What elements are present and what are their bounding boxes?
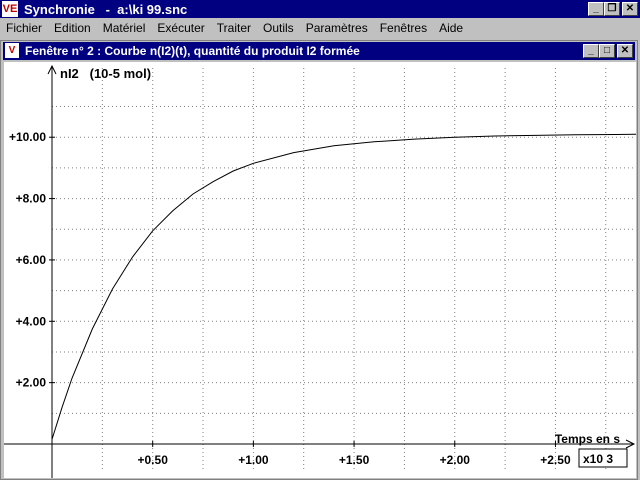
menu-bar: Fichier Edition Matériel Exécuter Traite… (0, 18, 640, 38)
child-minimize-icon[interactable]: _ (583, 44, 599, 58)
chart-axes (4, 64, 636, 478)
y-axis-label: nI2 (10-5 mol) (60, 66, 151, 81)
child-window-icon[interactable]: V (5, 43, 19, 58)
chart-tick-labels: +2.00 +4.00 +6.00 +8.00 +10.00 +0.50 +1.00 +1.5… (9, 130, 571, 467)
app-logo-icon[interactable]: VE (2, 1, 18, 17)
data-series-curve (51, 133, 636, 440)
menu-aide[interactable]: Aide (433, 21, 469, 35)
menu-edition[interactable]: Edition (48, 21, 97, 35)
app-title: Synchronie - a:\ki 99.snc (24, 2, 188, 17)
restore-icon[interactable]: ❐ (604, 2, 620, 16)
x-multiplier-label: x10 3 (583, 452, 613, 466)
y-tick-label: +2.00 (16, 376, 47, 390)
x-tick-label: +1.50 (339, 453, 370, 467)
y-tick-label: +8.00 (16, 192, 47, 206)
x-axis-label: Temps en s (555, 432, 620, 446)
chart-svg: +2.00 +4.00 +6.00 +8.00 +10.00 +0.50 +1.00 +1.5… (4, 64, 636, 478)
x-tick-label: +1.00 (238, 453, 269, 467)
child-window-controls: _ □ ✕ (583, 44, 633, 58)
menu-fenetres[interactable]: Fenêtres (374, 21, 433, 35)
close-icon[interactable]: ✕ (622, 2, 638, 16)
x-tick-label: +0.50 (138, 453, 169, 467)
chart-grid (52, 68, 636, 470)
x-tick-label: +2.00 (440, 453, 471, 467)
menu-parametres[interactable]: Paramètres (300, 21, 374, 35)
child-title-bar: V Fenêtre n° 2 : Courbe n(I2)(t), quanti… (3, 42, 635, 60)
child-window-title: Fenêtre n° 2 : Courbe n(I2)(t), quantité… (25, 44, 360, 58)
y-tick-label: +4.00 (16, 314, 47, 328)
y-tick-label: +10.00 (9, 130, 46, 144)
app-window-controls: _ ❐ ✕ (588, 2, 638, 16)
menu-executer[interactable]: Exécuter (151, 21, 210, 35)
child-maximize-icon[interactable]: □ (599, 44, 615, 58)
menu-outils[interactable]: Outils (257, 21, 300, 35)
menu-materiel[interactable]: Matériel (97, 21, 152, 35)
minimize-icon[interactable]: _ (588, 2, 604, 16)
plot-area[interactable]: +2.00 +4.00 +6.00 +8.00 +10.00 +0.50 +1.00 +1.5… (4, 62, 636, 478)
y-tick-label: +6.00 (16, 253, 47, 267)
child-close-icon[interactable]: ✕ (617, 44, 633, 58)
menu-traiter[interactable]: Traiter (211, 21, 257, 35)
child-window: V Fenêtre n° 2 : Courbe n(I2)(t), quanti… (0, 40, 638, 480)
menu-fichier[interactable]: Fichier (0, 21, 48, 35)
app-title-bar: VE Synchronie - a:\ki 99.snc _ ❐ ✕ (0, 0, 640, 18)
x-tick-label: +2.50 (540, 453, 571, 467)
